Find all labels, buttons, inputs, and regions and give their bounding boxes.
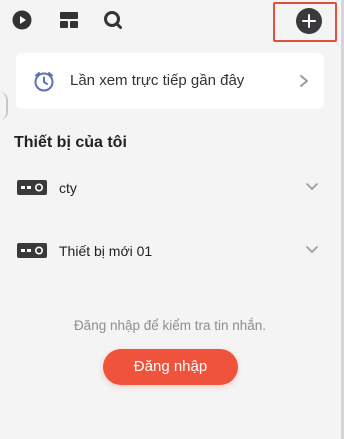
recent-live-label: Lần xem trực tiếp gần đây xyxy=(70,72,245,89)
login-button[interactable]: Đăng nhập xyxy=(103,349,238,385)
device-name: cty xyxy=(59,180,77,196)
clock-icon xyxy=(34,72,54,92)
app-screen: Lần xem trực tiếp gần đây Thiết bị của t… xyxy=(0,0,344,439)
layout-icon[interactable] xyxy=(59,10,79,30)
chevron-right-icon xyxy=(300,75,308,87)
play-circle-icon[interactable] xyxy=(12,10,32,30)
search-icon[interactable] xyxy=(103,10,123,30)
camera-device-icon xyxy=(17,180,47,195)
login-message: Đăng nhập để kiểm tra tin nhắn. xyxy=(73,318,267,333)
device-row-thiet-bi-moi-01[interactable]: Thiết bị mới 01 xyxy=(0,229,340,273)
recent-live-card[interactable]: Lần xem trực tiếp gần đây xyxy=(16,53,324,109)
top-bar xyxy=(0,0,344,44)
side-hint-mark xyxy=(0,92,8,120)
my-devices-title: Thiết bị của tôi xyxy=(14,134,127,151)
device-name: Thiết bị mới 01 xyxy=(59,243,153,259)
chevron-down-icon[interactable] xyxy=(305,245,319,255)
add-icon[interactable] xyxy=(296,8,322,34)
chevron-down-icon[interactable] xyxy=(305,182,319,192)
camera-device-icon xyxy=(17,243,47,258)
device-row-cty[interactable]: cty xyxy=(0,166,340,210)
